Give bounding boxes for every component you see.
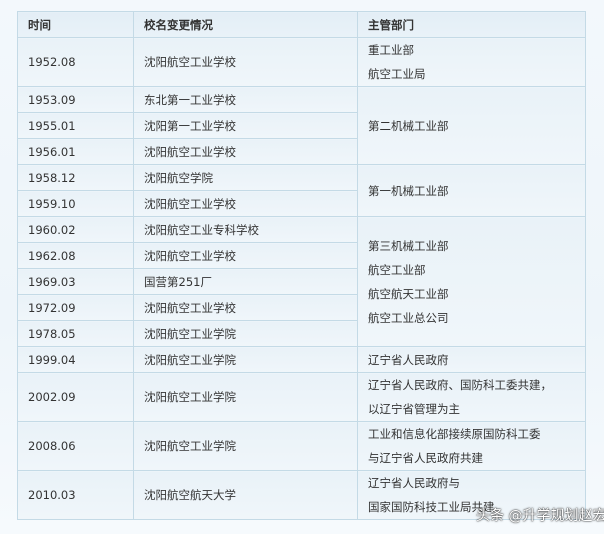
department-line: 航空航天工业部: [368, 286, 449, 301]
department-line: 辽宁省人民政府、国防科工委共建，: [368, 378, 552, 392]
table-row: 1960.02 沈阳航空工业专科学校 第三机械工业部 航空工业部 航空航天工业部…: [17, 216, 586, 347]
name-cell: 沈阳航空航天大学: [133, 470, 358, 520]
department-line: 第一机械工业部: [368, 183, 449, 198]
time-cell: 1960.02: [17, 216, 134, 243]
time-cell: 1958.12: [17, 164, 134, 191]
name-cell: 国营第251厂: [133, 268, 358, 295]
department-cell: 重工业部 航空工业局: [357, 37, 586, 87]
name-cell: 沈阳航空工业学校: [133, 190, 358, 217]
department-cell: 辽宁省人民政府、国防科工委共建， 以辽宁省管理为主: [357, 372, 586, 422]
department-line: 工业和信息化部接续原国防科工委: [368, 427, 541, 441]
time-cell: 2008.06: [17, 421, 134, 471]
header-time: 时间: [17, 11, 134, 38]
header-name: 校名变更情况: [133, 11, 358, 38]
time-cell: 1956.01: [17, 138, 134, 165]
time-cell: 1972.09: [17, 294, 134, 321]
department-line: 辽宁省人民政府: [368, 352, 449, 367]
department-line: 以辽宁省管理为主: [368, 402, 460, 416]
name-cell: 沈阳航空工业学院: [133, 421, 358, 471]
time-cell: 1962.08: [17, 242, 134, 269]
time-cell: 1952.08: [17, 37, 134, 87]
time-cell: 1959.10: [17, 190, 134, 217]
department-cell: 辽宁省人民政府: [357, 346, 586, 373]
table-row: 1999.04 沈阳航空工业学院 辽宁省人民政府: [17, 346, 586, 373]
name-cell: 沈阳第一工业学校: [133, 112, 358, 139]
table-row: 1952.08 沈阳航空工业学校 重工业部航空工业局: [17, 37, 586, 87]
time-cell: 1953.09: [17, 86, 134, 113]
department-line: 重工业部: [368, 43, 414, 57]
department-line: 辽宁省人民政府与: [368, 476, 460, 490]
time-cell: 2010.03: [17, 470, 134, 520]
name-cell: 沈阳航空工业学院: [133, 320, 358, 347]
name-cell: 沈阳航空工业专科学校: [133, 216, 358, 243]
department-line: 第三机械工业部: [368, 238, 449, 253]
school-history-table: 时间 校名变更情况 主管部门 1952.08 沈阳航空工业学校 重工业部航空工业…: [17, 11, 586, 520]
name-cell: 沈阳航空工业学校: [133, 37, 358, 87]
department-cell: 工业和信息化部接续原国防科工委 与辽宁省人民政府共建: [357, 421, 586, 471]
name-cell: 沈阳航空学院: [133, 164, 358, 191]
time-cell: 1969.03: [17, 268, 134, 295]
department-cell: 第二机械工业部: [357, 86, 586, 165]
time-cell: 1955.01: [17, 112, 134, 139]
table-row: 1953.09 东北第一工业学校 第二机械工业部: [17, 86, 586, 165]
name-cell: 沈阳航空工业学校: [133, 242, 358, 269]
name-cell: 沈阳航空工业学校: [133, 138, 358, 165]
table-row: 2008.06 沈阳航空工业学院 工业和信息化部接续原国防科工委 与辽宁省人民政府…: [17, 421, 586, 471]
time-cell: 1999.04: [17, 346, 134, 373]
department-cell: 第一机械工业部: [357, 164, 586, 217]
time-cell: 1978.05: [17, 320, 134, 347]
department-line: 航空工业局: [368, 67, 426, 81]
name-cell: 东北第一工业学校: [133, 86, 358, 113]
table-header: 时间 校名变更情况 主管部门: [17, 11, 586, 38]
table-row: 2002.09 沈阳航空工业学院 辽宁省人民政府、国防科工委共建， 以辽宁省管理为…: [17, 372, 586, 422]
header-department: 主管部门: [357, 11, 586, 38]
department-line: 航空工业部: [368, 262, 426, 277]
department-line: 与辽宁省人民政府共建: [368, 451, 483, 465]
watermark: 头条 @升学规划赵宏: [476, 508, 604, 524]
time-cell: 2002.09: [17, 372, 134, 422]
name-cell: 沈阳航空工业学院: [133, 372, 358, 422]
department-cell: 第三机械工业部 航空工业部 航空航天工业部 航空工业总公司: [357, 216, 586, 347]
name-cell: 沈阳航空工业学校: [133, 294, 358, 321]
department-line: 航空工业总公司: [368, 310, 449, 325]
department-line: 第二机械工业部: [368, 118, 449, 133]
table-row: 1958.12 沈阳航空学院 第一机械工业部: [17, 164, 586, 217]
name-cell: 沈阳航空工业学院: [133, 346, 358, 373]
